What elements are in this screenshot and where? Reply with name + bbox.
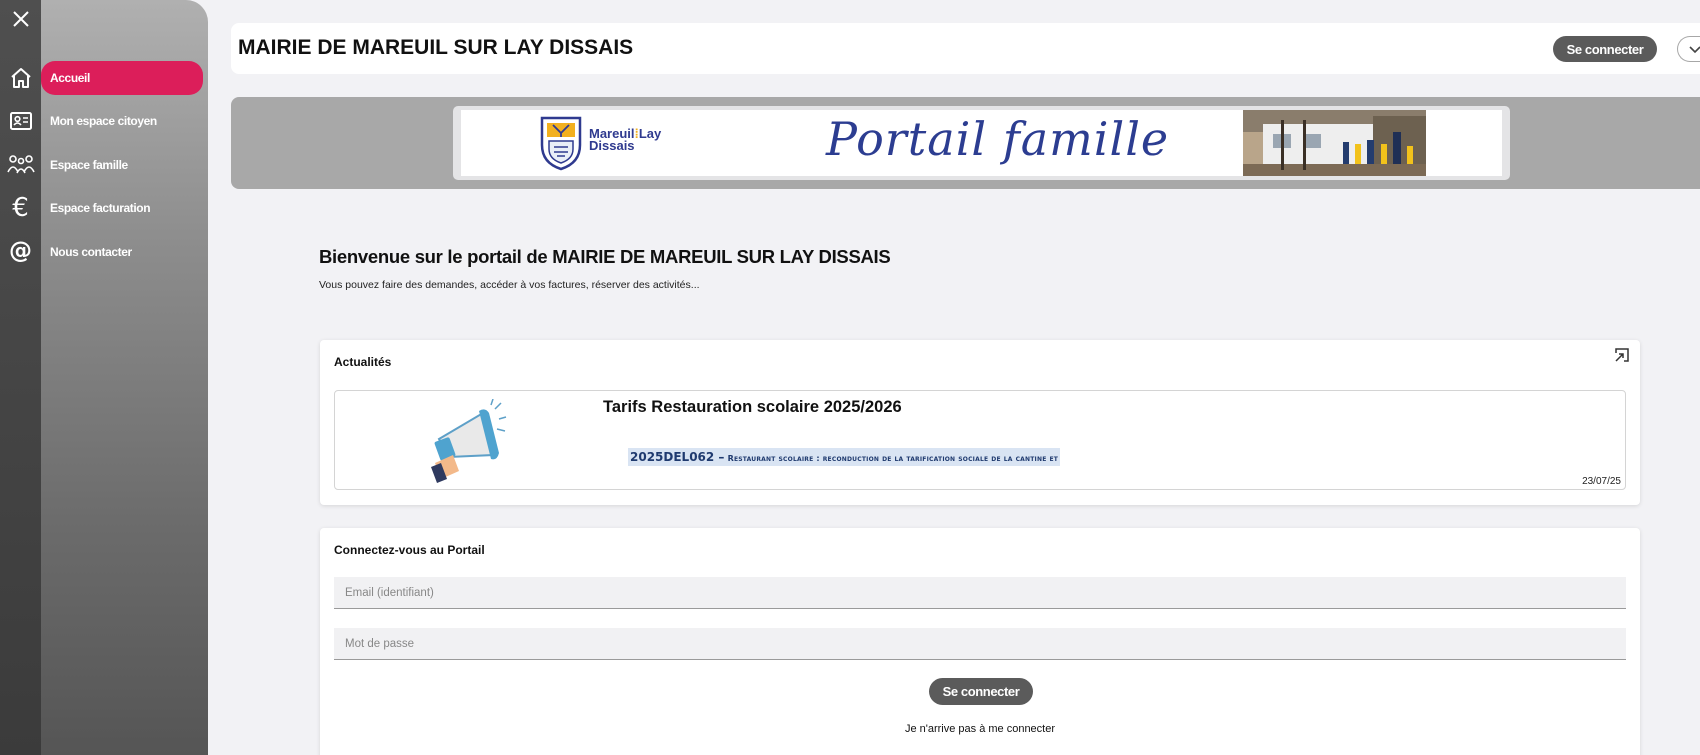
top-header: MAIRIE DE MAREUIL SUR LAY DISSAIS Se con… — [231, 23, 1700, 74]
header-menu-dropdown[interactable] — [1677, 36, 1700, 62]
family-icon[interactable] — [0, 149, 41, 179]
sidebar-item-espace-famille[interactable]: Espace famille — [41, 148, 203, 182]
news-item[interactable]: Tarifs Restauration scolaire 2025/2026 2… — [334, 390, 1626, 490]
sidebar-item-mon-espace-citoyen[interactable]: Mon espace citoyen — [41, 104, 203, 138]
sidebar-nav: Accueil Mon espace citoyen Espace famill… — [41, 0, 208, 755]
portal-title: Portail famille — [826, 112, 1170, 166]
login-heading: Connectez-vous au Portail — [334, 543, 485, 557]
sidebar-item-label: Espace facturation — [50, 201, 151, 215]
news-item-title: Tarifs Restauration scolaire 2025/2026 — [603, 398, 902, 416]
cant-connect-link[interactable]: Je n'arrive pas à me connecter — [320, 723, 1640, 735]
sidebar-item-nous-contacter[interactable]: Nous contacter — [41, 235, 203, 269]
email-field[interactable] — [334, 577, 1626, 609]
euro-icon[interactable]: € — [0, 193, 41, 223]
news-item-date: 23/07/25 — [1582, 476, 1621, 487]
news-heading: Actualités — [334, 355, 392, 369]
site-title: MAIRIE DE MAREUIL SUR LAY DISSAIS — [238, 36, 634, 59]
sidebar-item-label: Accueil — [50, 71, 90, 85]
id-card-icon[interactable] — [0, 106, 41, 136]
header-login-button[interactable]: Se connecter — [1553, 36, 1657, 62]
welcome-title: Bienvenue sur le portail de MAIRIE DE MA… — [319, 246, 891, 267]
sidebar-item-label: Nous contacter — [50, 245, 132, 259]
sidebar-item-accueil[interactable]: Accueil — [41, 61, 203, 95]
open-external-icon[interactable] — [1613, 346, 1631, 364]
at-icon[interactable]: @ — [0, 236, 41, 266]
town-name-logo-text: Mareuil⁞Lay Dissais — [589, 126, 662, 153]
news-card: Actualités Tarifs Restauration scolaire … — [320, 340, 1640, 505]
icon-rail: € @ — [0, 0, 41, 755]
login-card: Connectez-vous au Portail Se connecter J… — [320, 528, 1640, 755]
banner-frame: Mareuil⁞Lay Dissais Portail famille — [453, 106, 1510, 180]
school-photo — [1243, 110, 1426, 176]
password-field[interactable] — [334, 628, 1626, 660]
sidebar-item-label: Espace famille — [50, 158, 128, 172]
close-icon[interactable] — [0, 4, 41, 34]
home-icon[interactable] — [0, 63, 41, 93]
sidebar-item-espace-facturation[interactable]: Espace facturation — [41, 191, 203, 225]
town-crest-logo — [540, 116, 582, 171]
login-submit-button[interactable]: Se connecter — [929, 678, 1033, 705]
megaphone-icon — [431, 399, 507, 483]
news-item-excerpt: 2025DEL062 – Restaurant scolaire : recon… — [628, 448, 1061, 466]
welcome-subtitle: Vous pouvez faire des demandes, accéder … — [319, 279, 700, 291]
chevron-down-icon — [1689, 46, 1700, 54]
banner: Mareuil⁞Lay Dissais Portail famille — [231, 97, 1700, 189]
sidebar-item-label: Mon espace citoyen — [50, 114, 157, 128]
banner-image: Mareuil⁞Lay Dissais Portail famille — [461, 110, 1502, 176]
